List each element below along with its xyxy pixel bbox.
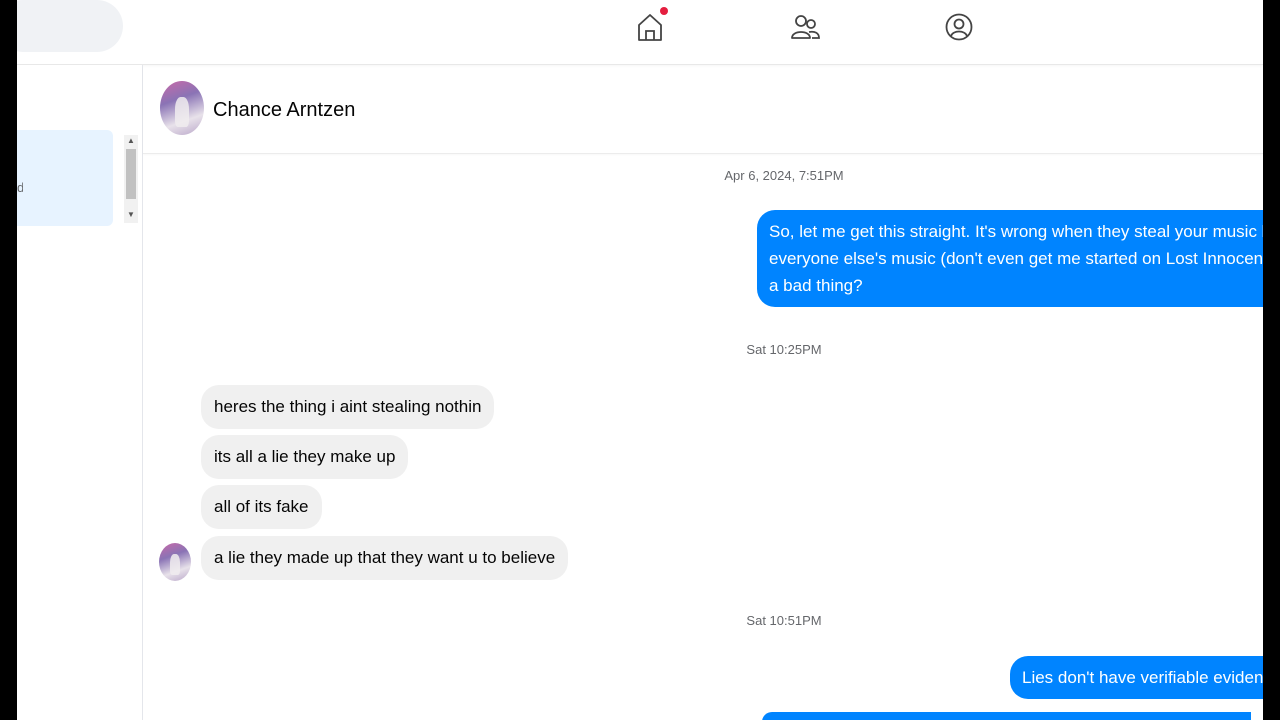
scroll-up-arrow-icon[interactable]: ▲ — [127, 137, 135, 145]
friends-icon[interactable] — [788, 10, 822, 44]
message-line: Lies don't have verifiable evidenc — [1022, 668, 1263, 687]
home-icon[interactable] — [633, 10, 667, 44]
sender-avatar[interactable] — [159, 543, 191, 581]
incoming-message[interactable]: heres the thing i aint stealing nothin — [201, 385, 495, 429]
incoming-message[interactable]: its all a lie they make up — [201, 435, 409, 479]
outgoing-message-partial[interactable] — [762, 712, 1251, 720]
conversation-list-item-active[interactable]: d — [17, 130, 113, 226]
contact-avatar[interactable] — [160, 81, 204, 135]
conversation-item-label: d — [17, 180, 23, 195]
search-bar[interactable] — [17, 0, 123, 52]
contact-name[interactable]: Chance Arntzen — [213, 99, 355, 122]
incoming-message[interactable]: a lie they made up that they want u to b… — [201, 536, 569, 580]
outgoing-message[interactable]: So, let me get this straight. It's wrong… — [757, 210, 1263, 307]
scroll-down-arrow-icon[interactable]: ▼ — [127, 211, 135, 219]
message-line: a bad thing? — [769, 276, 863, 295]
timestamp: Sat 10:51PM — [746, 613, 822, 628]
scrollbar-thumb[interactable] — [126, 149, 136, 199]
messenger-window: d ▲ ▼ Chance Arntzen Apr 6, 2024, 7:51PM… — [17, 0, 1263, 720]
timestamp: Apr 6, 2024, 7:51PM — [724, 168, 844, 183]
chat-header: Chance Arntzen — [143, 65, 1263, 154]
notification-dot — [660, 7, 668, 15]
conversation-list-sidebar: d ▲ ▼ — [17, 65, 143, 720]
screen-border — [1263, 0, 1280, 720]
incoming-message[interactable]: all of its fake — [201, 485, 322, 529]
outgoing-message[interactable]: Lies don't have verifiable evidenc — [1010, 656, 1263, 699]
timestamp: Sat 10:25PM — [746, 342, 822, 357]
top-navigation-bar — [17, 0, 1263, 65]
message-line: So, let me get this straight. It's wrong… — [769, 222, 1263, 241]
message-line: everyone else's music (don't even get me… — [769, 249, 1263, 268]
sidebar-scrollbar[interactable]: ▲ ▼ — [124, 135, 138, 223]
profile-icon[interactable] — [942, 10, 976, 44]
